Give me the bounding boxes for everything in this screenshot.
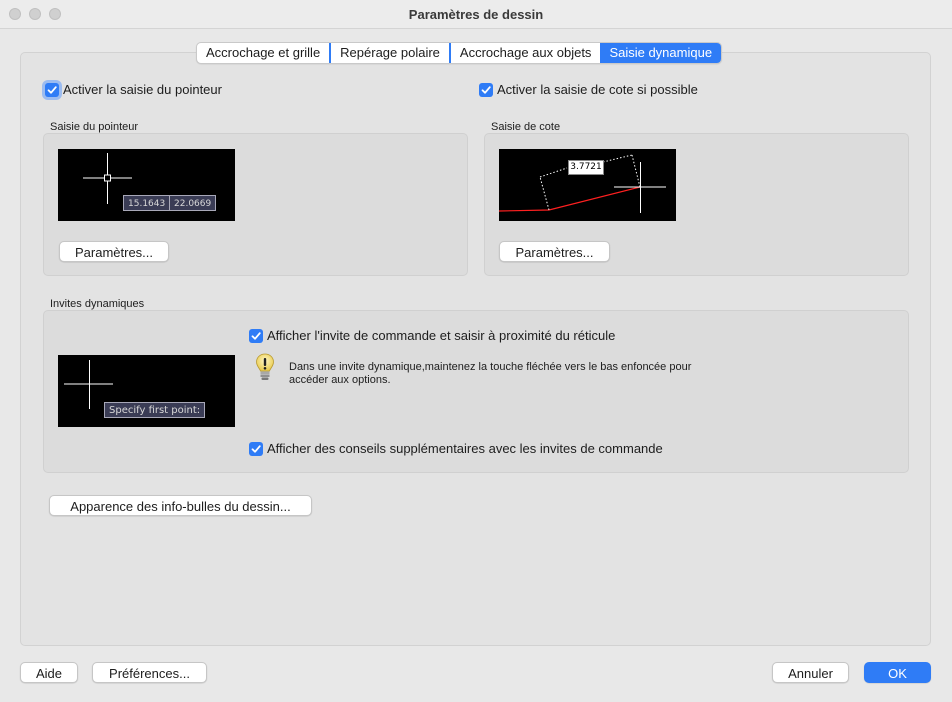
lightbulb-icon [256, 353, 274, 380]
dynamic-prompt-tip-line1: Dans une invite dynamique,maintenez la t… [289, 361, 692, 373]
tooltip-appearance-button[interactable]: Apparence des info-bulles du dessin... [49, 495, 312, 516]
dimension-value-field: 3.7721 [568, 160, 604, 175]
window-title: Paramètres de dessin [408, 7, 544, 22]
pointer-input-section-title: Saisie du pointeur [50, 121, 139, 133]
tab-bar: Accrochage et grille Repérage polaire Ac… [196, 42, 723, 64]
pointer-input-preview: 15.1643 22.0669 [58, 149, 235, 221]
checkmark-icon [47, 86, 57, 94]
pointer-input-checkbox[interactable] [45, 83, 59, 97]
tab-polar-tracking[interactable]: Repérage polaire [329, 43, 449, 63]
dimension-input-checkbox[interactable] [479, 83, 493, 97]
checkmark-icon [251, 445, 261, 453]
prompt-tooltip: Specify first point: [104, 402, 206, 418]
cancel-button[interactable]: Annuler [772, 662, 849, 683]
pointer-settings-button[interactable]: Paramètres... [59, 241, 169, 262]
dynamic-prompts-section-title: Invites dynamiques [50, 298, 145, 310]
pointer-y-coordinate: 22.0669 [169, 195, 217, 211]
extra-tips-checkbox[interactable] [249, 442, 263, 456]
help-button[interactable]: Aide [20, 662, 78, 683]
dimension-settings-button[interactable]: Paramètres... [499, 241, 610, 262]
checkmark-icon [481, 86, 491, 94]
ok-button[interactable]: OK [864, 662, 931, 683]
tab-snap-grid[interactable]: Accrochage et grille [197, 43, 329, 63]
extra-tips-label: Afficher des conseils supplémentaires av… [267, 441, 663, 456]
tab-dynamic-input[interactable]: Saisie dynamique [600, 43, 722, 63]
title-bar: Paramètres de dessin [0, 0, 952, 29]
show-command-prompt-label: Afficher l'invite de commande et saisir … [267, 328, 616, 343]
dynamic-prompt-tip-line2: accéder aux options. [289, 374, 391, 386]
tab-object-snap[interactable]: Accrochage aux objets [448, 43, 601, 63]
dimension-input-section-title: Saisie de cote [491, 121, 561, 133]
preferences-button[interactable]: Préférences... [92, 662, 207, 683]
show-command-prompt-checkbox[interactable] [249, 329, 263, 343]
pointer-x-coordinate: 15.1643 [123, 195, 171, 211]
dimension-input-preview: 3.7721 [499, 149, 676, 221]
checkmark-icon [251, 332, 261, 340]
dimension-input-label: Activer la saisie de cote si possible [497, 82, 698, 97]
dynamic-prompt-preview: Specify first point: [58, 355, 235, 427]
pointer-input-label: Activer la saisie du pointeur [63, 82, 222, 97]
